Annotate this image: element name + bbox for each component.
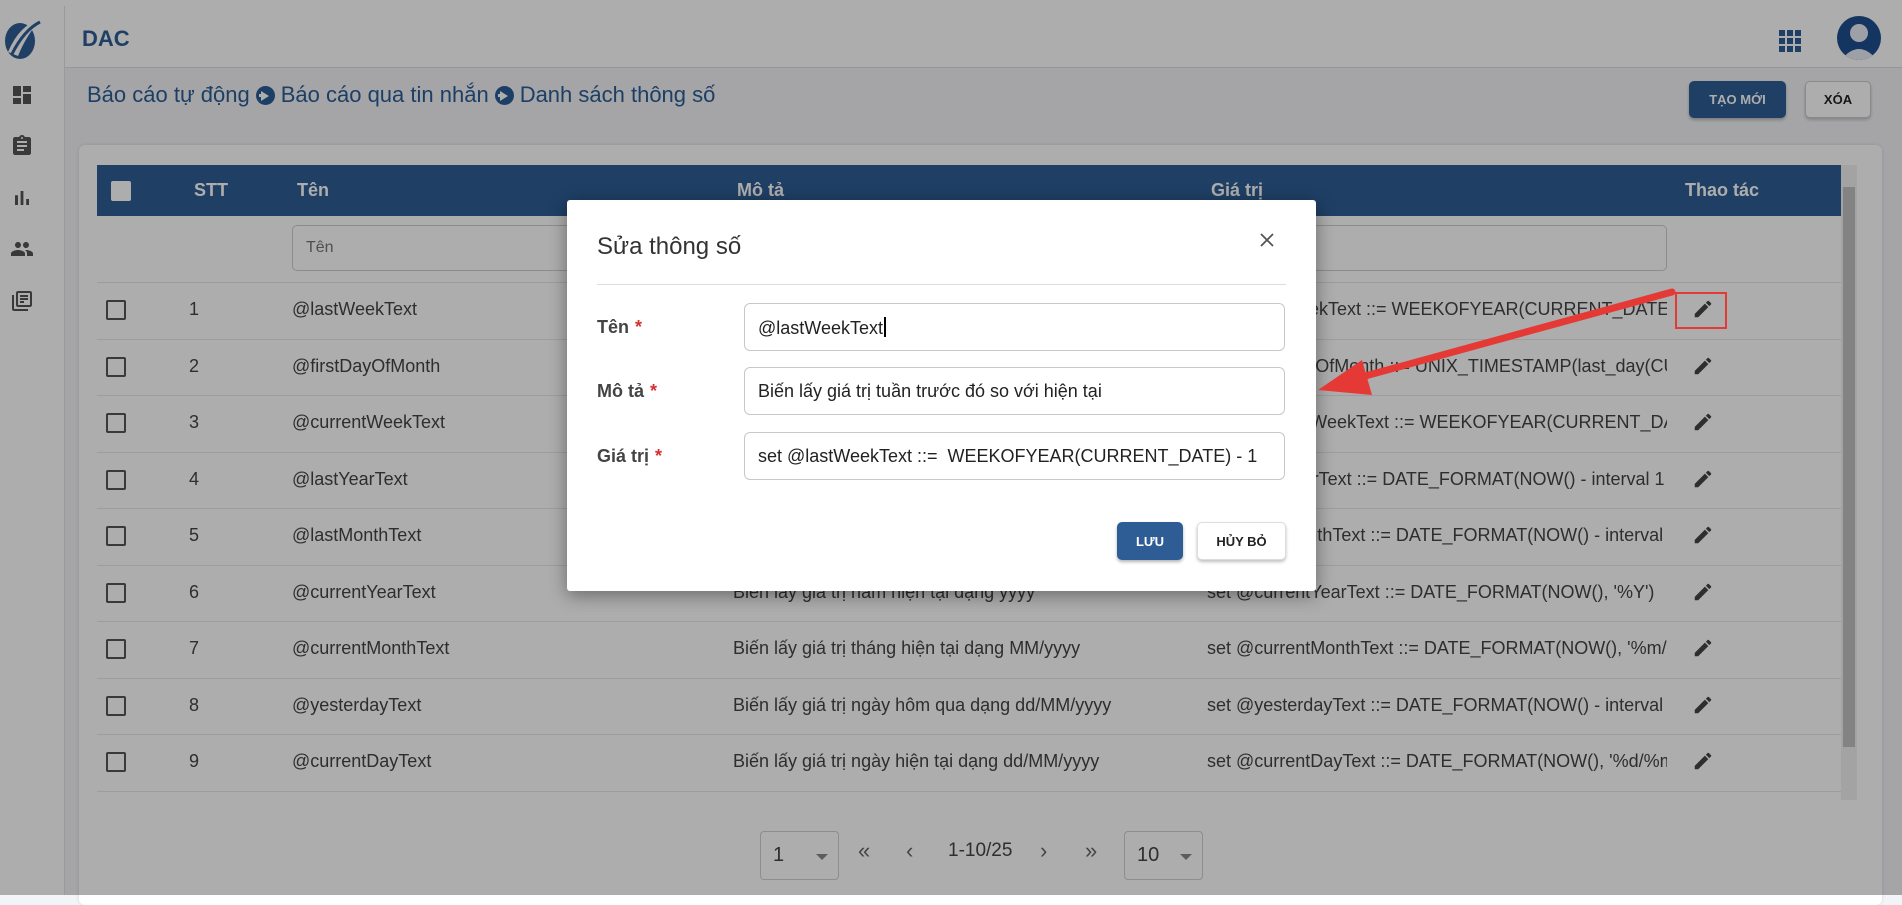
description-label: Mô tả * xyxy=(597,381,658,401)
name-field-value: @lastWeekText xyxy=(758,318,883,338)
close-icon[interactable] xyxy=(1255,228,1279,252)
value-label: Giá trị * xyxy=(597,446,663,466)
annotation-highlight-box xyxy=(1675,292,1727,329)
save-button[interactable]: LƯU xyxy=(1117,522,1183,560)
dialog-title: Sửa thông số xyxy=(597,233,742,260)
text-cursor xyxy=(883,317,886,337)
dialog-divider xyxy=(597,284,1286,285)
name-label: Tên * xyxy=(597,317,643,337)
name-field[interactable]: @lastWeekText xyxy=(744,303,1285,351)
value-field[interactable]: set @lastWeekText ::= WEEKOFYEAR(CURRENT… xyxy=(744,432,1285,480)
description-field[interactable]: Biến lấy giá trị tuần trước đó so với hi… xyxy=(744,367,1285,415)
edit-parameter-dialog: Sửa thông số Tên * @lastWeekText Mô tả * B… xyxy=(567,200,1316,591)
cancel-button[interactable]: HỦY BỎ xyxy=(1197,522,1286,560)
